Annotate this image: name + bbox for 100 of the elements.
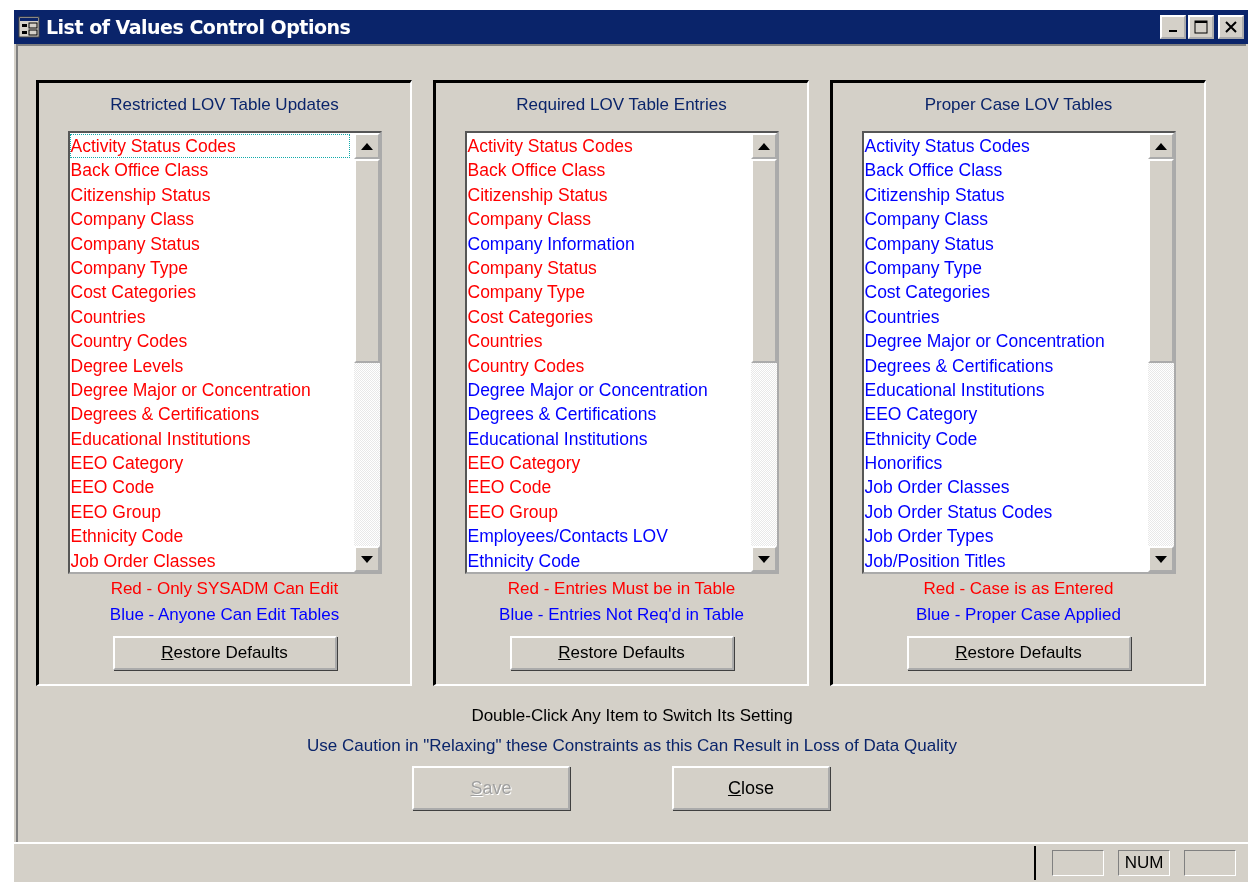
list-item[interactable]: Company Status	[863, 231, 995, 256]
list-item[interactable]: Degree Major or Concentration	[466, 377, 709, 403]
list-item[interactable]: Job Order Status Codes	[863, 499, 1054, 525]
scrollbar[interactable]	[353, 133, 380, 572]
maximize-button[interactable]	[1188, 15, 1214, 39]
scroll-down-button[interactable]	[353, 546, 380, 572]
list-item[interactable]: Company Class	[466, 207, 593, 232]
list-item[interactable]: Educational Institutions	[863, 377, 1046, 403]
list-item[interactable]: Company Class	[69, 207, 196, 232]
list-item[interactable]: Countries	[466, 329, 544, 354]
list-item[interactable]: EEO Group	[466, 499, 559, 525]
list-item[interactable]: Activity Status Codes	[69, 134, 350, 159]
scroll-up-button[interactable]	[353, 133, 380, 159]
panel-title: Proper Case LOV Tables	[924, 95, 1113, 116]
list-item[interactable]: Back Office Class	[69, 158, 210, 183]
status-pane	[1184, 850, 1236, 876]
scrollbar[interactable]	[1147, 133, 1174, 572]
scroll-up-button[interactable]	[750, 133, 777, 159]
list-item[interactable]: EEO Code	[69, 475, 156, 500]
list-item[interactable]: Job Order Types	[863, 524, 995, 549]
list-item[interactable]: Educational Institutions	[466, 426, 649, 452]
minimize-icon	[1169, 30, 1177, 32]
list-box[interactable]	[67, 131, 382, 574]
legend-text: Blue - Proper Case Applied	[915, 604, 1122, 626]
list-item[interactable]: Company Class	[863, 207, 990, 232]
window-title: List of Values Control Options	[46, 16, 352, 38]
list-item[interactable]: Citizenship Status	[863, 182, 1006, 208]
list-item[interactable]: Job Order Classes	[863, 475, 1011, 500]
list-item[interactable]: Company Type	[863, 255, 983, 281]
list-item[interactable]: EEO Code	[466, 475, 553, 500]
scrollbar[interactable]	[750, 133, 777, 572]
list-item[interactable]: Citizenship Status	[466, 182, 609, 208]
list-item[interactable]: Country Codes	[466, 353, 586, 378]
list-item[interactable]: Ethnicity Code	[69, 524, 185, 549]
list-item[interactable]: Educational Institutions	[69, 426, 252, 452]
legend-text: Red - Only SYSADM Can Edit	[110, 578, 339, 600]
up-triangle-icon	[360, 142, 373, 150]
list-item[interactable]: EEO Group	[69, 499, 162, 525]
list-item[interactable]: Degree Major or Concentration	[69, 377, 312, 403]
form-icon	[18, 16, 40, 38]
list-item[interactable]: Degrees & Certifications	[466, 402, 658, 427]
restore-defaults-button[interactable]: Restore Defaults	[906, 636, 1131, 670]
list-item[interactable]: Employees/Contacts LOV	[466, 524, 669, 549]
scroll-up-button[interactable]	[1147, 133, 1174, 159]
down-triangle-icon	[360, 555, 373, 563]
list-item[interactable]: Job Order Classes	[69, 548, 217, 572]
scroll-thumb[interactable]	[1147, 159, 1174, 363]
list-item[interactable]: EEO Category	[863, 402, 979, 427]
panel-title: Required LOV Table Entries	[516, 95, 727, 116]
list-item[interactable]: Cost Categories	[69, 280, 197, 305]
list-item[interactable]: EEO Category	[69, 451, 185, 476]
panel-title: Restricted LOV Table Updates	[110, 95, 339, 116]
scroll-thumb[interactable]	[353, 159, 380, 363]
list-item[interactable]: Degrees & Certifications	[863, 353, 1055, 378]
legend-text: Red - Case is as Entered	[923, 578, 1114, 600]
dialog-button[interactable]: Close	[672, 766, 830, 810]
legend-text: Red - Entries Must be in Table	[507, 578, 736, 600]
list-item[interactable]: Degree Major or Concentration	[863, 329, 1106, 354]
up-triangle-icon	[757, 142, 770, 150]
list-item[interactable]: Company Status	[466, 255, 598, 281]
close-button[interactable]	[1218, 15, 1244, 39]
list-item[interactable]: Company Information	[466, 231, 636, 256]
list-item[interactable]: Company Type	[466, 280, 586, 305]
minimize-button[interactable]	[1160, 15, 1186, 39]
scroll-down-button[interactable]	[1147, 546, 1174, 572]
list-item[interactable]: Cost Categories	[863, 280, 991, 305]
down-triangle-icon	[1154, 555, 1167, 563]
list-item[interactable]: Country Codes	[69, 329, 189, 354]
list-item[interactable]: Ethnicity Code	[863, 426, 979, 452]
list-item[interactable]: Degree Levels	[69, 353, 185, 378]
list-item[interactable]: Company Type	[69, 255, 189, 281]
list-item[interactable]: Countries	[863, 304, 941, 330]
scroll-down-button[interactable]	[750, 546, 777, 572]
instruction-text: Double-Click Any Item to Switch Its Setting	[471, 706, 793, 726]
restore-defaults-button[interactable]: Restore Defaults	[112, 636, 337, 670]
list-box[interactable]	[861, 131, 1176, 574]
list-item[interactable]: Cost Categories	[466, 304, 594, 330]
maximize-icon	[1194, 20, 1208, 34]
up-triangle-icon	[1154, 142, 1167, 150]
caution-text: Use Caution in "Relaxing" these Constraints as this Can Result in Loss of Data Quality	[307, 736, 957, 756]
list-item[interactable]: Activity Status Codes	[466, 134, 634, 159]
list-item[interactable]: Countries	[69, 304, 147, 330]
list-item[interactable]: EEO Category	[466, 451, 582, 476]
list-item[interactable]: Activity Status Codes	[863, 134, 1031, 159]
down-triangle-icon	[757, 555, 770, 563]
list-item[interactable]: Citizenship Status	[69, 182, 212, 208]
list-item[interactable]: Back Office Class	[863, 158, 1004, 183]
status-pane: NUM	[1118, 850, 1170, 876]
list-item[interactable]: Company Status	[69, 231, 201, 256]
list-box[interactable]	[464, 131, 779, 574]
list-item[interactable]: Ethnicity Code	[466, 548, 582, 572]
scroll-thumb[interactable]	[750, 159, 777, 363]
close-icon	[1225, 21, 1237, 33]
restore-defaults-button[interactable]: Restore Defaults	[509, 636, 734, 670]
legend-text: Blue - Anyone Can Edit Tables	[109, 604, 340, 626]
status-pane	[1052, 850, 1104, 876]
list-item[interactable]: Job/Position Titles	[863, 548, 1007, 572]
list-item[interactable]: Honorifics	[863, 451, 944, 476]
list-item[interactable]: Degrees & Certifications	[69, 402, 261, 427]
list-item[interactable]: Back Office Class	[466, 158, 607, 183]
